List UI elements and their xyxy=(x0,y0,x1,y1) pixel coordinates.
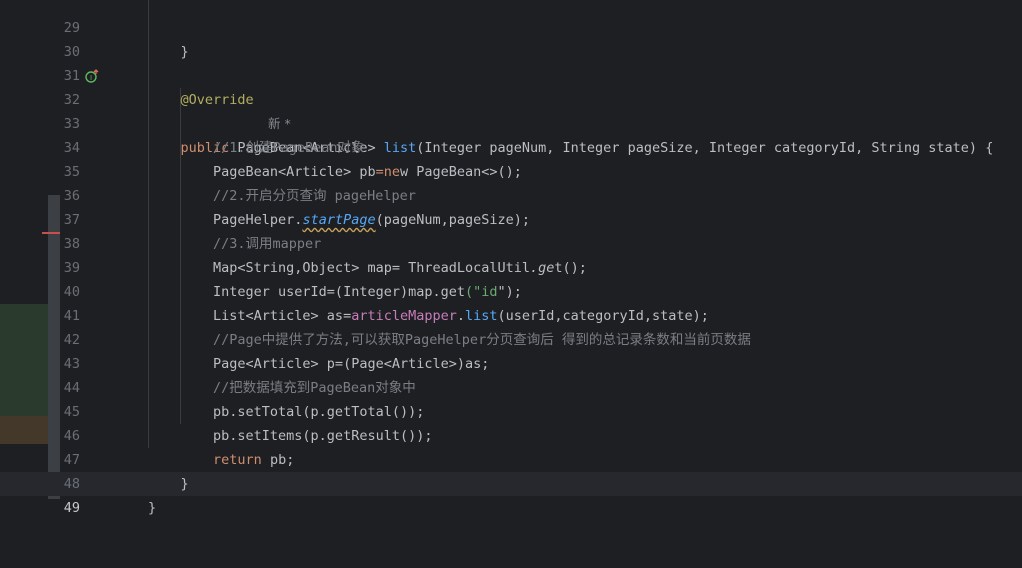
code-line: 40 List<Article> as=articleMapper.list(u… xyxy=(0,256,1022,324)
code-line: 29 } xyxy=(0,0,1022,60)
code-line: 49 xyxy=(0,472,1022,516)
code-line: 43 //把数据填充到PageBean对象中 xyxy=(0,328,1022,396)
code-line: 41 //Page中提供了方法,可以获取PageHelper分页查询后 得到的总… xyxy=(0,280,1022,348)
code-line: 35 //2.开启分页查询 pageHelper xyxy=(0,136,1022,204)
code-line: 38 Map<String,Object> map= ThreadLocalUt… xyxy=(0,208,1022,276)
code-line: 32 I public PageBean<Article> list(Integ… xyxy=(0,64,1022,156)
line-number: 49 xyxy=(63,500,80,516)
implementation-override-icon[interactable]: I xyxy=(85,69,99,83)
code-line: 33 //1.创建PageBean对象 xyxy=(0,88,1022,156)
code-line: 39 Integer userId=(Integer)map.get("id")… xyxy=(0,232,1022,300)
code-line: 34 PageBean<Article> pb=new PageBean<>()… xyxy=(0,112,1022,180)
code-line: 37 //3.调用mapper xyxy=(0,184,1022,252)
code-line: 47 } xyxy=(0,424,1022,492)
code-line: 44 pb.setTotal(p.getTotal()); xyxy=(0,352,1022,420)
code-line: 45 pb.setItems(p.getResult()); xyxy=(0,376,1022,444)
code-lines: 29 } 30 31 @Override 新 * 32 I public Pag… xyxy=(0,0,1022,516)
code-line: 48 } xyxy=(0,448,1022,516)
code-line: 46 return pb; xyxy=(0,400,1022,468)
code-line: 42 Page<Article> p=(Page<Article>)as; xyxy=(0,304,1022,372)
svg-text:I: I xyxy=(90,74,92,82)
code-line: 36 PageHelper.startPage(pageNum,pageSize… xyxy=(0,160,1022,228)
code-line: 30 xyxy=(0,16,1022,60)
code-line: 31 @Override 新 * xyxy=(0,40,1022,131)
code-text: } xyxy=(148,500,157,516)
